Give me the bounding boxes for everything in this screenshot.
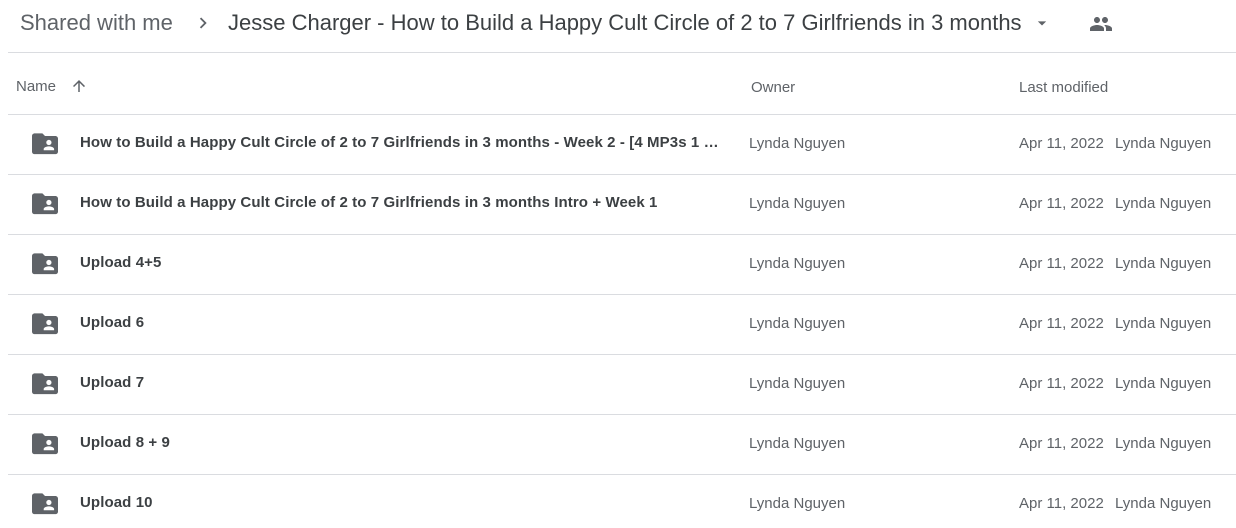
file-modified-by: Lynda Nguyen: [1115, 135, 1212, 152]
column-header-name[interactable]: Name: [16, 77, 88, 95]
drive-folder-view: Shared with me Jesse Charger - How to Bu…: [0, 0, 1236, 528]
file-name: Upload 8 + 9: [80, 434, 170, 451]
file-modified-date: Apr 11, 2022: [1019, 435, 1104, 452]
file-modified-date: Apr 11, 2022: [1019, 255, 1104, 272]
table-row[interactable]: How to Build a Happy Cult Circle of 2 to…: [8, 175, 1236, 235]
breadcrumb: Shared with me Jesse Charger - How to Bu…: [0, 0, 1236, 52]
shared-folder-icon: [32, 253, 58, 275]
file-name: How to Build a Happy Cult Circle of 2 to…: [80, 134, 719, 151]
table-row[interactable]: Upload 4+5 Lynda Nguyen Apr 11, 2022 Lyn…: [8, 235, 1236, 295]
file-modified-by: Lynda Nguyen: [1115, 375, 1212, 392]
file-owner: Lynda Nguyen: [749, 315, 846, 332]
file-modified-date: Apr 11, 2022: [1019, 315, 1104, 332]
column-name-label: Name: [16, 77, 57, 95]
file-name: Upload 7: [80, 374, 145, 391]
breadcrumb-shared-with-me[interactable]: Shared with me: [12, 6, 181, 40]
shared-people-icon[interactable]: [1088, 12, 1114, 36]
file-owner: Lynda Nguyen: [749, 375, 846, 392]
file-name: Upload 6: [80, 314, 145, 331]
file-owner: Lynda Nguyen: [749, 255, 846, 272]
file-modified-date: Apr 11, 2022: [1019, 375, 1104, 392]
file-owner: Lynda Nguyen: [749, 435, 846, 452]
file-modified-by: Lynda Nguyen: [1115, 315, 1212, 332]
file-name: Upload 4+5: [80, 254, 162, 271]
shared-folder-icon: [32, 193, 58, 215]
shared-folder-icon: [32, 433, 58, 455]
file-owner: Lynda Nguyen: [749, 195, 846, 212]
arrow-up-icon[interactable]: [70, 77, 88, 95]
table-row[interactable]: Upload 8 + 9 Lynda Nguyen Apr 11, 2022 L…: [8, 415, 1236, 475]
column-header-last-modified[interactable]: Last modified: [1019, 79, 1108, 96]
shared-folder-icon: [32, 133, 58, 155]
file-modified-by: Lynda Nguyen: [1115, 435, 1212, 452]
breadcrumb-current-label: Jesse Charger - How to Build a Happy Cul…: [228, 10, 1022, 35]
column-header-owner[interactable]: Owner: [751, 79, 795, 96]
file-modified-by: Lynda Nguyen: [1115, 255, 1212, 272]
file-modified-date: Apr 11, 2022: [1019, 495, 1104, 512]
file-owner: Lynda Nguyen: [749, 135, 846, 152]
file-modified-by: Lynda Nguyen: [1115, 495, 1212, 512]
column-header-row: Name Owner Last modified: [8, 53, 1236, 115]
file-name: Upload 10: [80, 494, 153, 511]
file-list: How to Build a Happy Cult Circle of 2 to…: [8, 115, 1236, 528]
file-name: How to Build a Happy Cult Circle of 2 to…: [80, 194, 658, 211]
table-row[interactable]: Upload 7 Lynda Nguyen Apr 11, 2022 Lynda…: [8, 355, 1236, 415]
file-modified-by: Lynda Nguyen: [1115, 195, 1212, 212]
shared-folder-icon: [32, 313, 58, 335]
table-row[interactable]: Upload 10 Lynda Nguyen Apr 11, 2022 Lynd…: [8, 475, 1236, 528]
file-modified-date: Apr 11, 2022: [1019, 135, 1104, 152]
shared-folder-icon: [32, 493, 58, 515]
caret-down-icon: [1037, 21, 1046, 26]
breadcrumb-current-folder[interactable]: Jesse Charger - How to Build a Happy Cul…: [220, 6, 1060, 40]
chevron-right-icon: [199, 17, 207, 29]
file-owner: Lynda Nguyen: [749, 495, 846, 512]
table-row[interactable]: How to Build a Happy Cult Circle of 2 to…: [8, 115, 1236, 175]
shared-folder-icon: [32, 373, 58, 395]
file-modified-date: Apr 11, 2022: [1019, 195, 1104, 212]
table-row[interactable]: Upload 6 Lynda Nguyen Apr 11, 2022 Lynda…: [8, 295, 1236, 355]
